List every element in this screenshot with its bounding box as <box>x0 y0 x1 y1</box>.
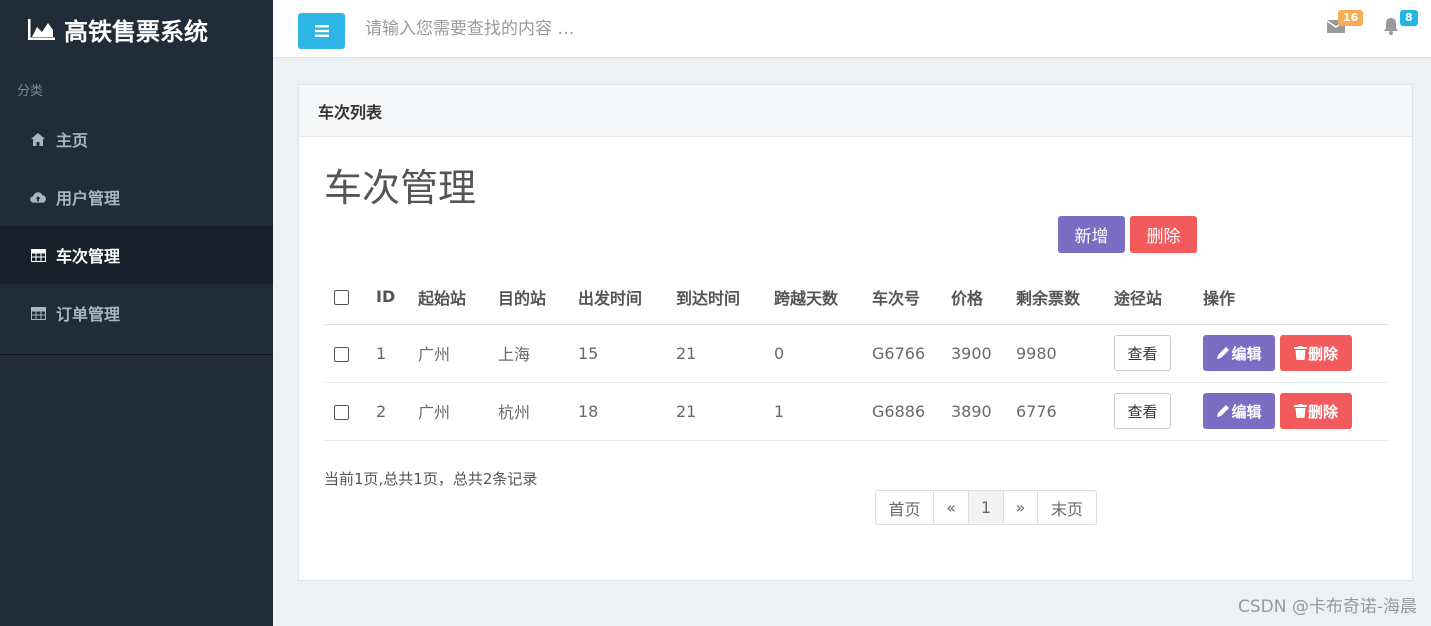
row-checkbox[interactable] <box>334 404 349 420</box>
cell-arrive: 21 <box>676 324 774 383</box>
delete-label: 删除 <box>1307 402 1338 421</box>
table-header-row: ID 起始站 目的站 出发时间 到达时间 跨越天数 车次号 价格 剩余票数 途径… <box>324 270 1389 325</box>
cell-id: 1 <box>376 324 418 383</box>
column-header: 价格 <box>951 270 1016 325</box>
edit-button[interactable]: 编辑 <box>1203 393 1275 429</box>
cell-days: 0 <box>774 324 872 383</box>
prev-page-button[interactable]: « <box>934 491 969 524</box>
row-delete-button[interactable]: 删除 <box>1280 335 1352 371</box>
cell-price: 3900 <box>951 324 1016 383</box>
cell-remaining: 9980 <box>1016 324 1114 383</box>
cell-arrive: 21 <box>676 382 774 441</box>
table-row: 1 广州 上海 15 21 0 G6766 3900 9980 查看 编辑 删除 <box>324 324 1389 383</box>
notification-count-badge: 8 <box>1400 10 1418 26</box>
mail-button[interactable]: 16 <box>1326 10 1364 40</box>
train-list-panel: 车次列表 车次管理 新增 删除 ID 起始站 目的站 出发时间 到达时间 跨越天… <box>298 84 1413 581</box>
cell-days: 1 <box>774 382 872 441</box>
pagination-summary: 当前1页,总共1页，总共2条记录 <box>324 470 538 488</box>
mail-count-badge: 16 <box>1338 10 1364 26</box>
cell-depart: 15 <box>578 324 676 383</box>
select-all-checkbox[interactable] <box>334 290 349 306</box>
column-header: 出发时间 <box>578 270 676 325</box>
cell-from: 广州 <box>418 382 498 441</box>
cell-train-no: G6886 <box>872 382 951 441</box>
area-chart-icon <box>28 19 55 40</box>
cell-from: 广州 <box>418 324 498 383</box>
current-page-button[interactable]: 1 <box>969 491 1004 524</box>
column-header: 目的站 <box>498 270 578 325</box>
cloud-upload-icon <box>30 189 46 205</box>
panel-header: 车次列表 <box>299 85 1412 137</box>
pagination: 首页 « 1 » 末页 <box>875 490 1097 525</box>
column-header: 剩余票数 <box>1016 270 1114 325</box>
column-header: 跨越天数 <box>774 270 872 325</box>
trash-icon <box>1293 404 1307 418</box>
sidebar-item-label: 主页 <box>56 131 89 150</box>
column-header: 车次号 <box>872 270 951 325</box>
column-header: ID <box>376 270 418 325</box>
cell-price: 3890 <box>951 382 1016 441</box>
edit-label: 编辑 <box>1231 344 1262 363</box>
table-icon <box>30 305 46 321</box>
next-page-button[interactable]: » <box>1004 491 1038 524</box>
last-page-button[interactable]: 末页 <box>1038 491 1096 524</box>
sidebar: 高铁售票系统 分类 主页 用户管理 车次管理 订单管理 <box>0 0 273 626</box>
brand[interactable]: 高铁售票系统 <box>0 0 273 58</box>
app-title: 高铁售票系统 <box>64 17 208 46</box>
sidebar-item-orders[interactable]: 订单管理 <box>0 284 273 342</box>
watermark: CSDN @卡布奇诺-海晨 <box>1237 597 1417 617</box>
topbar: 16 8 <box>273 0 1431 58</box>
search-input[interactable] <box>365 12 765 46</box>
sidebar-item-trains[interactable]: 车次管理 <box>0 226 273 284</box>
delete-label: 删除 <box>1307 344 1338 363</box>
view-stations-button[interactable]: 查看 <box>1114 335 1171 371</box>
cell-id: 2 <box>376 382 418 441</box>
cell-remaining: 6776 <box>1016 382 1114 441</box>
table-row: 2 广州 杭州 18 21 1 G6886 3890 6776 查看 编辑 删除 <box>324 382 1389 441</box>
bulk-delete-button[interactable]: 删除 <box>1130 216 1197 253</box>
hamburger-icon <box>314 25 329 37</box>
sidebar-divider <box>0 354 273 355</box>
sidebar-item-label: 用户管理 <box>56 189 121 208</box>
cell-to: 杭州 <box>498 382 578 441</box>
menu-toggle-button[interactable] <box>298 13 345 49</box>
table-icon <box>30 247 46 263</box>
first-page-button[interactable]: 首页 <box>876 491 934 524</box>
sidebar-item-home[interactable]: 主页 <box>0 110 273 168</box>
cell-to: 上海 <box>498 324 578 383</box>
train-table: ID 起始站 目的站 出发时间 到达时间 跨越天数 车次号 价格 剩余票数 途径… <box>324 270 1389 441</box>
pencil-icon <box>1217 347 1230 359</box>
column-header: 起始站 <box>418 270 498 325</box>
sidebar-item-label: 订单管理 <box>56 305 121 324</box>
view-stations-button[interactable]: 查看 <box>1114 393 1171 429</box>
home-icon <box>30 131 46 147</box>
column-header: 途径站 <box>1114 270 1203 325</box>
edit-button[interactable]: 编辑 <box>1203 335 1275 371</box>
sidebar-category-label: 分类 <box>17 84 44 99</box>
column-header: 操作 <box>1203 270 1389 325</box>
column-header: 到达时间 <box>676 270 774 325</box>
cell-train-no: G6766 <box>872 324 951 383</box>
edit-label: 编辑 <box>1231 402 1262 421</box>
sidebar-item-label: 车次管理 <box>56 247 121 266</box>
sidebar-item-users[interactable]: 用户管理 <box>0 168 273 226</box>
add-button[interactable]: 新增 <box>1058 216 1125 253</box>
page-title: 车次管理 <box>324 166 477 210</box>
row-checkbox[interactable] <box>334 346 349 362</box>
bell-icon <box>1384 18 1398 35</box>
cell-depart: 18 <box>578 382 676 441</box>
notifications-button[interactable]: 8 <box>1381 10 1418 40</box>
pencil-icon <box>1217 405 1230 417</box>
row-delete-button[interactable]: 删除 <box>1280 393 1352 429</box>
trash-icon <box>1293 346 1307 360</box>
